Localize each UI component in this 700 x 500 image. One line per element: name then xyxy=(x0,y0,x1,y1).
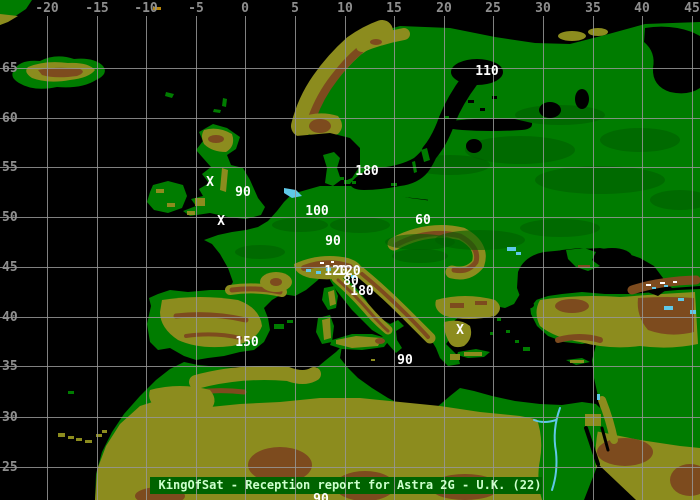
longitude-gridline xyxy=(97,16,98,500)
latitude-gridline xyxy=(0,68,700,69)
reception-value-label: 90 xyxy=(313,492,329,500)
satellite-reception-map: KingOfSat - Reception report for Astra 2… xyxy=(0,0,700,500)
longitude-tick-label: 45 xyxy=(684,1,700,16)
longitude-tick-label: 35 xyxy=(585,1,601,16)
reception-value-label: 110 xyxy=(475,64,499,79)
reception-value-label: 90 xyxy=(325,234,341,249)
longitude-tick-label: 30 xyxy=(535,1,551,16)
latitude-tick-label: 45 xyxy=(2,260,18,275)
latitude-tick-label: 35 xyxy=(2,359,18,374)
longitude-tick-label: -15 xyxy=(85,1,109,16)
latitude-gridline xyxy=(0,317,700,318)
latitude-tick-label: 25 xyxy=(2,460,18,475)
no-reception-mark: X xyxy=(456,323,464,338)
latitude-tick-label: 30 xyxy=(2,410,18,425)
latitude-gridline xyxy=(0,217,700,218)
longitude-tick-label: 5 xyxy=(291,1,299,16)
map-caption: KingOfSat - Reception report for Astra 2… xyxy=(158,478,542,492)
latitude-gridline xyxy=(0,417,700,418)
reception-value-label: 150 xyxy=(235,335,259,350)
latitude-tick-label: 60 xyxy=(2,111,18,126)
latitude-tick-label: 65 xyxy=(2,61,18,76)
longitude-gridline xyxy=(47,16,48,500)
latitude-gridline xyxy=(0,467,700,468)
latitude-tick-label: 50 xyxy=(2,210,18,225)
reception-value-label: 90 xyxy=(235,185,251,200)
longitude-gridline xyxy=(593,16,594,500)
longitude-gridline xyxy=(493,16,494,500)
longitude-gridline xyxy=(295,16,296,500)
longitude-gridline xyxy=(345,16,346,500)
longitude-gridline xyxy=(543,16,544,500)
latitude-tick-label: 40 xyxy=(2,310,18,325)
longitude-tick-label: 20 xyxy=(436,1,452,16)
latitude-gridline xyxy=(0,366,700,367)
latitude-gridline xyxy=(0,118,700,119)
longitude-tick-label: -5 xyxy=(188,1,204,16)
longitude-tick-label: -20 xyxy=(35,1,59,16)
longitude-tick-label: 25 xyxy=(485,1,501,16)
reception-value-label: 180 xyxy=(350,284,374,299)
longitude-gridline xyxy=(146,16,147,500)
longitude-gridline xyxy=(444,16,445,500)
longitude-tick-label: 10 xyxy=(337,1,353,16)
reception-value-label: 180 xyxy=(355,164,379,179)
longitude-gridline xyxy=(394,16,395,500)
no-reception-mark: X xyxy=(217,214,225,229)
reception-value-label: 100 xyxy=(305,204,329,219)
longitude-tick-label: 40 xyxy=(634,1,650,16)
longitude-gridline xyxy=(245,16,246,500)
longitude-gridline xyxy=(692,16,693,500)
longitude-tick-label: -10 xyxy=(134,1,158,16)
longitude-gridline xyxy=(642,16,643,500)
reception-value-label: 60 xyxy=(415,213,431,228)
reception-value-label: 90 xyxy=(397,353,413,368)
europe-terrain-map xyxy=(0,0,700,500)
longitude-gridline xyxy=(196,16,197,500)
longitude-tick-label: 15 xyxy=(386,1,402,16)
longitude-tick-label: 0 xyxy=(241,1,249,16)
latitude-tick-label: 55 xyxy=(2,160,18,175)
